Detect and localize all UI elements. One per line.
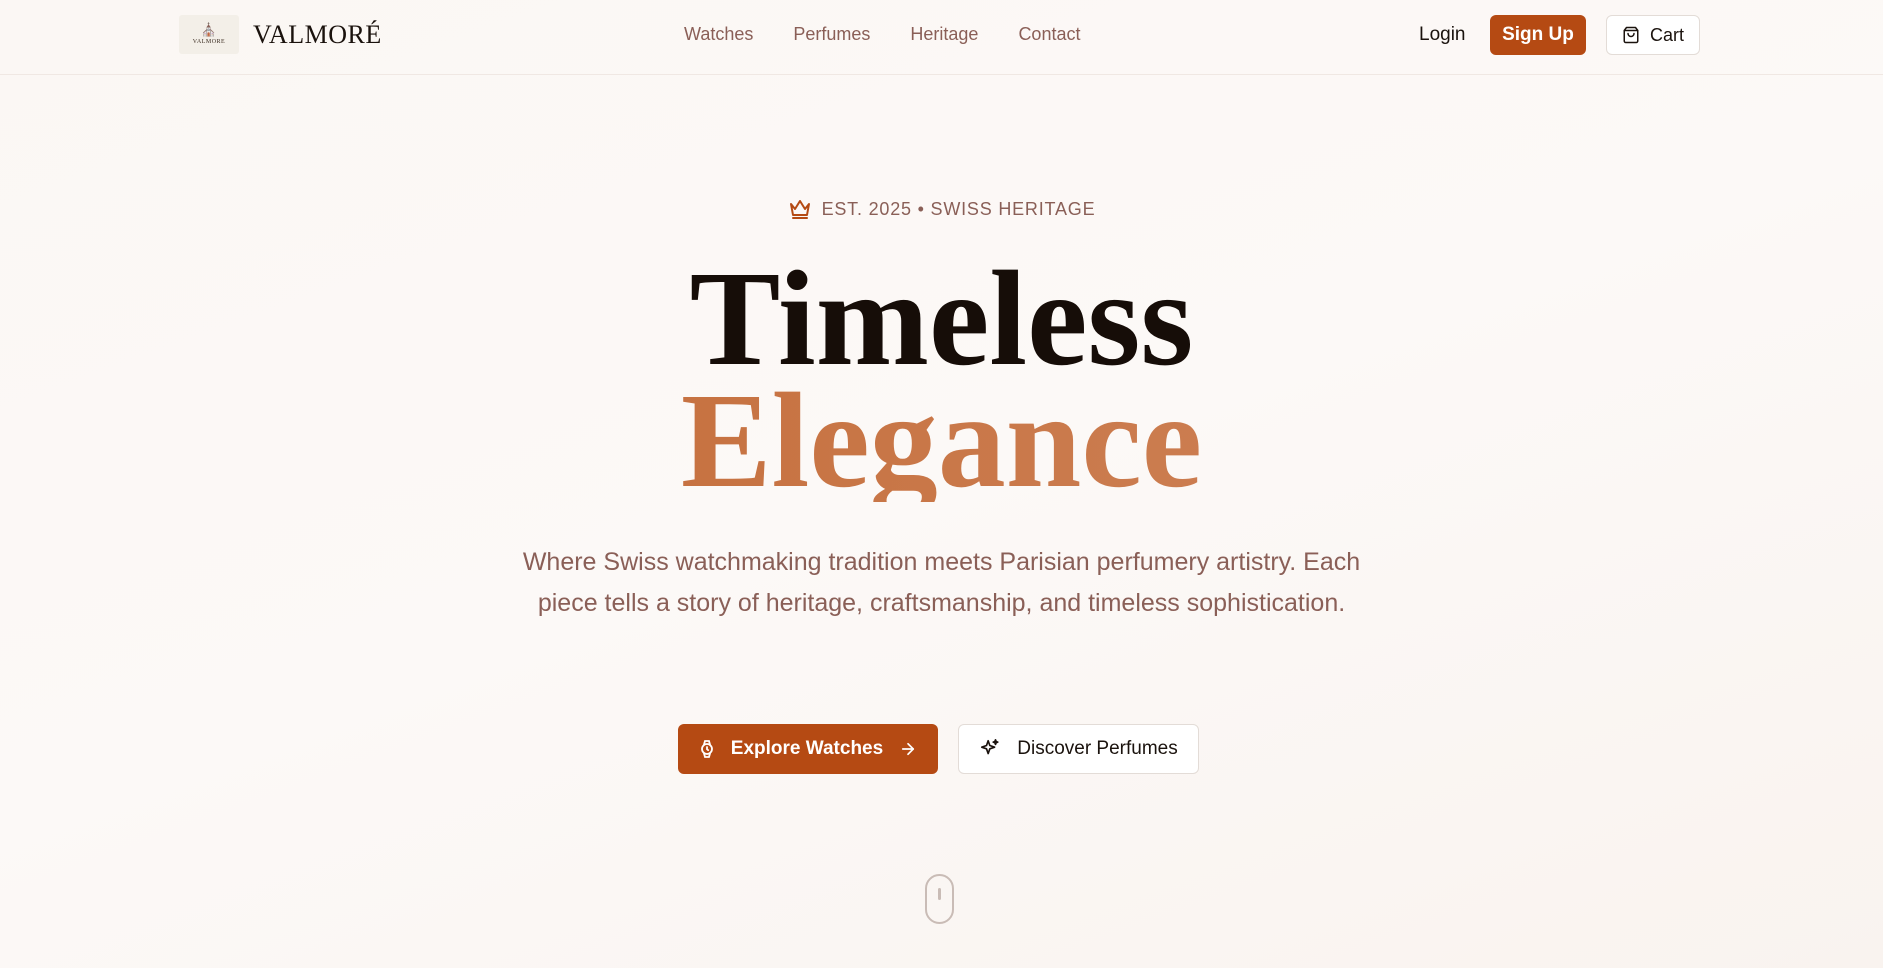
sparkle-icon — [979, 738, 1001, 760]
nav-link-perfumes[interactable]: Perfumes — [793, 24, 870, 45]
eyebrow-text: EST. 2025 • SWISS HERITAGE — [821, 198, 1096, 219]
crown-icon — [788, 198, 812, 220]
scroll-indicator-dot — [938, 888, 941, 900]
arrow-right-icon — [899, 740, 917, 758]
nav-link-heritage[interactable]: Heritage — [910, 24, 978, 45]
watch-icon — [699, 739, 715, 759]
hero-subtitle: Where Swiss watchmaking tradition meets … — [522, 548, 1361, 617]
explore-watches-label: Explore Watches — [730, 738, 884, 759]
headline-line-1: Timeless — [689, 244, 1194, 394]
headline-line-2: Elegance — [0, 373, 1883, 509]
logo-glyph-icon: ⛪ — [200, 23, 218, 38]
cart-label: Cart — [1649, 24, 1684, 45]
login-label: Login — [1419, 24, 1466, 45]
brand-name: VALMORÉ — [253, 19, 382, 49]
brand[interactable]: ⛪ VALMORE VALMORÉ — [179, 15, 382, 54]
signup-button[interactable]: Sign Up — [1490, 15, 1586, 55]
brand-logo: ⛪ VALMORE — [179, 15, 239, 54]
nav-link-watches[interactable]: Watches — [684, 24, 753, 45]
cart-button[interactable]: Cart — [1606, 15, 1700, 55]
main-nav: Watches Perfumes Heritage Contact — [684, 24, 1120, 45]
explore-watches-button[interactable]: Explore Watches — [678, 724, 938, 774]
scroll-indicator-icon[interactable] — [925, 874, 954, 924]
signup-label: Sign Up — [1502, 24, 1574, 45]
discover-perfumes-button[interactable]: Discover Perfumes — [958, 724, 1199, 774]
shopping-bag-icon — [1622, 26, 1640, 44]
login-button[interactable]: Login — [1419, 24, 1466, 46]
nav-link-contact[interactable]: Contact — [1018, 24, 1080, 45]
logo-text: VALMORE — [192, 39, 226, 45]
discover-perfumes-label: Discover Perfumes — [1017, 738, 1178, 759]
hero-eyebrow: EST. 2025 • SWISS HERITAGE — [0, 198, 1883, 220]
hero-headline: Timeless Elegance — [0, 244, 1883, 509]
site-header: ⛪ VALMORE VALMORÉ Watches Perfumes Herit… — [0, 0, 1883, 75]
